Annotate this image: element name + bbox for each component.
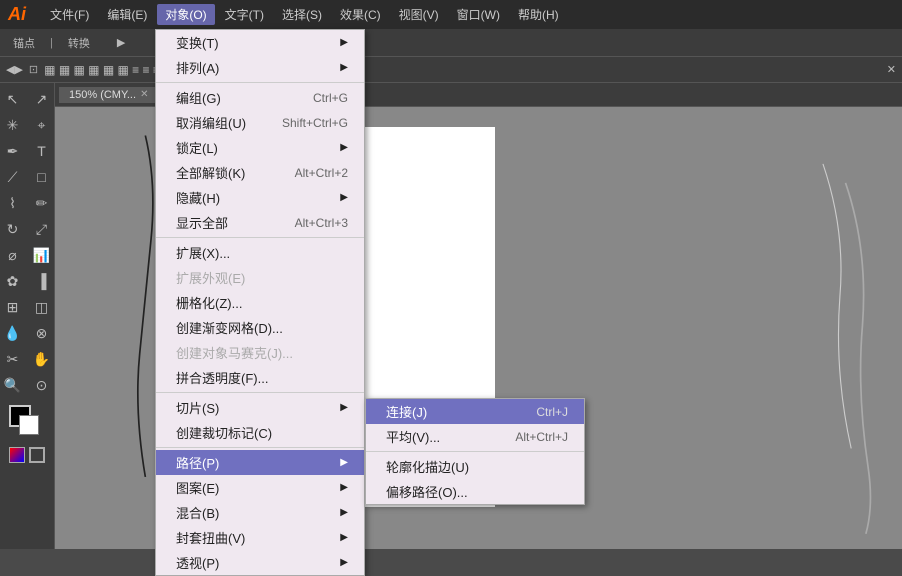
stroke-color[interactable]	[19, 415, 39, 435]
menu-hide[interactable]: 隐藏(H) ▶	[156, 185, 364, 210]
tool-scale[interactable]: ⤢	[28, 217, 56, 241]
sep1	[156, 82, 364, 83]
tool-warp[interactable]: ⌀	[0, 243, 27, 267]
path-submenu-popup[interactable]: 连接(J) Ctrl+J 平均(V)... Alt+Ctrl+J 轮廓化描边(U…	[365, 398, 585, 505]
menu-show-all[interactable]: 显示全部 Alt+Ctrl+3	[156, 210, 364, 235]
canvas-tab-label: 150% (CMY...	[69, 89, 136, 101]
tool-select[interactable]: ↖	[0, 87, 27, 111]
tool-mesh[interactable]: ⊞	[0, 295, 27, 319]
tool-hand[interactable]: ✋	[28, 347, 56, 371]
canvas-tab[interactable]: 150% (CMY... ✕	[59, 87, 159, 103]
canvas-tab-close[interactable]: ✕	[140, 89, 148, 100]
tool-column-graph[interactable]: ▐	[28, 269, 56, 293]
fill-swatch-gradient[interactable]	[9, 447, 25, 463]
sep3	[156, 392, 364, 393]
menu-envelope-distort[interactable]: 封套扭曲(V) ▶	[156, 525, 364, 550]
title-bar: Ai 文件(F) 编辑(E) 对象(O) 文字(T) 选择(S) 效果(C) 视…	[0, 0, 902, 29]
menu-unlock-all[interactable]: 全部解锁(K) Alt+Ctrl+2	[156, 160, 364, 185]
menu-object-mosaic[interactable]: 创建对象马赛克(J)...	[156, 340, 364, 365]
menu-view[interactable]: 视图(V)	[391, 4, 447, 25]
tool-eyedropper[interactable]: 💧	[0, 321, 27, 345]
tool-direct-select[interactable]: ↗	[28, 87, 56, 111]
tool-rotate[interactable]: ↻	[0, 217, 27, 241]
toolbar-secondary: ◀▶ ⊡ ▦ ▦ ▦ ▦ ▦ ▦ ≡ ≡ ≡ ≡ ▣ ▣ ▣ ✕	[0, 57, 902, 83]
menu-blend[interactable]: 混合(B) ▶	[156, 500, 364, 525]
menu-crop-marks[interactable]: 创建裁切标记(C)	[156, 420, 364, 445]
tool-extra[interactable]: ⊙	[28, 373, 56, 397]
submenu-sep1	[366, 451, 584, 452]
menu-transform[interactable]: 变换(T) ▶	[156, 30, 364, 55]
sep2	[156, 237, 364, 238]
menu-path[interactable]: 路径(P) ▶	[156, 450, 364, 475]
menu-file[interactable]: 文件(F)	[42, 4, 97, 25]
tool-paintbrush[interactable]: ⌇	[0, 191, 27, 215]
menu-lock[interactable]: 锁定(L) ▶	[156, 135, 364, 160]
menu-arrange[interactable]: 排列(A) ▶	[156, 55, 364, 80]
toolbar-anchor: 锚点	[6, 32, 42, 54]
toolbar-main: 锚点 | 转换 ▶	[0, 29, 902, 57]
fill-none[interactable]	[29, 447, 45, 463]
menu-effect[interactable]: 效果(C)	[332, 4, 389, 25]
tool-pen[interactable]: ✒	[0, 139, 27, 163]
menu-rasterize[interactable]: 栅格化(Z)...	[156, 290, 364, 315]
menu-help[interactable]: 帮助(H)	[510, 4, 567, 25]
tool-lasso[interactable]: ⌖	[28, 113, 56, 137]
tool-type[interactable]: T	[28, 139, 56, 163]
tool-graph[interactable]: 📊	[28, 243, 56, 267]
tool-scissors[interactable]: ✂	[0, 347, 27, 371]
submenu-offset-path[interactable]: 偏移路径(O)...	[366, 479, 584, 504]
toolbar-transform: 转换	[61, 32, 97, 54]
submenu-join[interactable]: 连接(J) Ctrl+J	[366, 399, 584, 424]
submenu-outline-stroke[interactable]: 轮廓化描边(U)	[366, 454, 584, 479]
menu-perspective[interactable]: 透视(P) ▶	[156, 550, 364, 575]
color-swatches	[9, 405, 45, 441]
menu-flatten-transparency[interactable]: 拼合透明度(F)...	[156, 365, 364, 390]
menu-slice[interactable]: 切片(S) ▶	[156, 395, 364, 420]
menu-select[interactable]: 选择(S)	[274, 4, 330, 25]
submenu-average[interactable]: 平均(V)... Alt+Ctrl+J	[366, 424, 584, 449]
tool-zoom[interactable]: 🔍	[0, 373, 27, 397]
tool-rect[interactable]: □	[28, 165, 56, 189]
menu-pattern[interactable]: 图案(E) ▶	[156, 475, 364, 500]
app-logo: Ai	[8, 4, 26, 25]
tool-blend[interactable]: ⊗	[28, 321, 56, 345]
tool-pencil[interactable]: ✏	[28, 191, 56, 215]
menu-text[interactable]: 文字(T)	[217, 4, 272, 25]
tool-line[interactable]: ⟋	[0, 165, 27, 189]
tool-magic-wand[interactable]: ✳	[0, 113, 27, 137]
menu-group[interactable]: 编组(G) Ctrl+G	[156, 85, 364, 110]
menu-expand-appearance[interactable]: 扩展外观(E)	[156, 265, 364, 290]
object-menu-popup[interactable]: 变换(T) ▶ 排列(A) ▶ 编组(G) Ctrl+G 取消编组(U) Shi…	[155, 29, 365, 576]
sep4	[156, 447, 364, 448]
menu-expand[interactable]: 扩展(X)...	[156, 240, 364, 265]
menu-object[interactable]: 对象(O)	[157, 4, 214, 25]
tool-gradient[interactable]: ◫	[28, 295, 56, 319]
tool-symbol[interactable]: ✿	[0, 269, 27, 293]
menu-ungroup[interactable]: 取消编组(U) Shift+Ctrl+G	[156, 110, 364, 135]
menu-edit[interactable]: 编辑(E)	[99, 4, 155, 25]
tools-panel: ↖ ↗ ✳ ⌖ ✒ T ⟋ □ ⌇ ✏ ↻ ⤢ ⌀ 📊 ✿ ▐	[0, 83, 55, 549]
menu-window[interactable]: 窗口(W)	[449, 4, 508, 25]
menu-gradient-mesh[interactable]: 创建渐变网格(D)...	[156, 315, 364, 340]
menubar: 文件(F) 编辑(E) 对象(O) 文字(T) 选择(S) 效果(C) 视图(V…	[42, 4, 567, 25]
